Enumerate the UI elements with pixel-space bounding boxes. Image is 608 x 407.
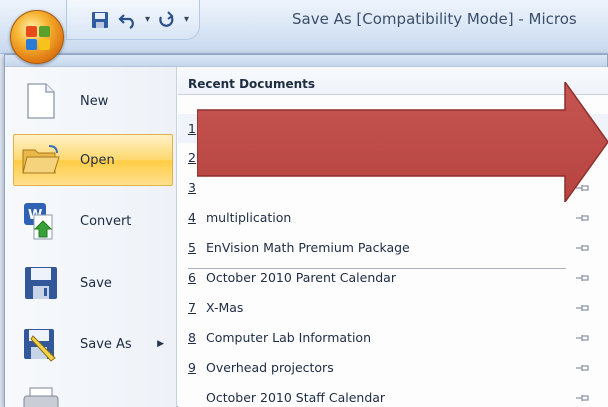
- title-bar: ▾ ▾ Save As [Compatibility Mode] - Micro…: [0, 0, 608, 54]
- recent-document-item[interactable]: 5 EnVision Math Premium Package: [178, 233, 608, 262]
- customize-icon[interactable]: ▾: [184, 14, 189, 25]
- save-as-label: Save As: [80, 336, 132, 352]
- pin-icon[interactable]: [576, 333, 590, 343]
- recent-document-number: 2: [188, 150, 196, 165]
- save-icon[interactable]: [89, 9, 111, 31]
- command-list: New Open W Convert Save Save As ▶: [5, 67, 177, 407]
- convert-command[interactable]: W Convert: [13, 195, 173, 247]
- printer-icon: [18, 381, 64, 407]
- recent-divider: [188, 268, 566, 269]
- save-as-icon: [18, 321, 64, 367]
- recent-document-item[interactable]: October 2010 Staff Calendar: [178, 383, 608, 407]
- pin-icon[interactable]: [576, 393, 590, 403]
- new-document-icon: [18, 78, 64, 124]
- recent-document-number: 7: [188, 300, 196, 315]
- new-label: New: [80, 93, 109, 109]
- recent-document-name: multiplication: [206, 210, 292, 225]
- recent-document-name: October 2010 Parent Calendar: [206, 270, 396, 285]
- window-title: Save As [Compatibility Mode] - Micros: [292, 10, 577, 28]
- recent-document-number: 6: [188, 270, 196, 285]
- recent-document-number: 9: [188, 360, 196, 375]
- recent-document-item[interactable]: 7 X-Mas: [178, 293, 608, 322]
- recent-document-item[interactable]: 9 Overhead projectors: [178, 353, 608, 382]
- recent-document-number: 5: [188, 240, 196, 255]
- arrow-right-icon: [197, 82, 608, 202]
- pin-icon[interactable]: [576, 213, 590, 223]
- recent-document-number: 8: [188, 330, 196, 345]
- pin-icon[interactable]: [576, 303, 590, 313]
- pin-icon[interactable]: [576, 273, 590, 283]
- save-as-command[interactable]: Save As ▶: [13, 318, 173, 370]
- recent-document-item[interactable]: 8 Computer Lab Information: [178, 323, 608, 352]
- recent-document-number: 3: [188, 180, 196, 195]
- recent-document-name: Computer Lab Information: [206, 330, 372, 345]
- print-command[interactable]: [13, 380, 173, 407]
- office-logo-icon: [26, 26, 50, 50]
- submenu-arrow-icon: ▶: [157, 339, 164, 349]
- save-label: Save: [80, 275, 112, 291]
- convert-icon: W: [18, 198, 64, 244]
- recent-document-number: 1: [188, 121, 196, 136]
- recent-document-item[interactable]: 4 multiplication: [178, 203, 608, 232]
- office-button[interactable]: [10, 10, 64, 64]
- quick-access-toolbar: ▾ ▾: [66, 0, 201, 40]
- recent-document-name: Overhead projectors: [206, 360, 334, 375]
- save-command[interactable]: Save: [13, 257, 173, 309]
- recent-document-name: October 2010 Staff Calendar: [206, 390, 386, 405]
- undo-dropdown-icon[interactable]: ▾: [145, 14, 150, 25]
- save-icon: [18, 260, 64, 306]
- recent-document-name: EnVision Math Premium Package: [206, 240, 410, 255]
- open-command[interactable]: Open: [13, 134, 173, 186]
- undo-icon[interactable]: [117, 9, 139, 31]
- open-label: Open: [80, 152, 115, 168]
- open-folder-icon: [18, 137, 64, 183]
- redo-icon[interactable]: [156, 9, 178, 31]
- convert-label: Convert: [80, 213, 132, 229]
- recent-document-name: X-Mas: [206, 300, 244, 315]
- recent-document-number: 4: [188, 210, 196, 225]
- new-command[interactable]: New: [13, 75, 173, 127]
- pin-icon[interactable]: [576, 363, 590, 373]
- pin-icon[interactable]: [576, 243, 590, 253]
